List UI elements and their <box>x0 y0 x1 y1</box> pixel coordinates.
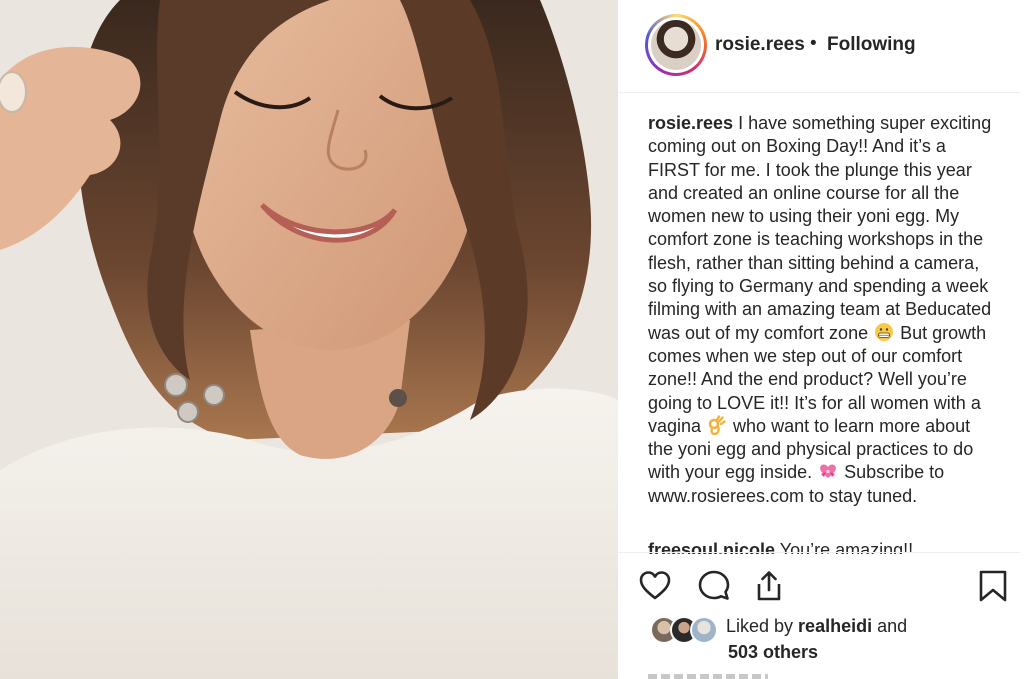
liked-by-prefix: Liked by <box>726 616 799 636</box>
avatar[interactable] <box>651 20 701 70</box>
caption-text-1: I have something super exciting coming o… <box>648 113 992 343</box>
liked-by-user-link[interactable]: realheidi <box>798 616 872 636</box>
heart-with-ribbon-emoji <box>820 464 836 479</box>
post-caption: rosie.rees I have something super exciti… <box>648 112 998 508</box>
speech-bubble-icon[interactable] <box>697 569 731 603</box>
post-photo[interactable] <box>0 0 618 679</box>
post-sidebar: rosie.rees • Following rosie.rees I have… <box>618 0 1024 679</box>
likes-section: Liked by realheidi and 503 others <box>648 612 1018 672</box>
heart-icon[interactable] <box>638 569 672 603</box>
action-bar <box>618 552 1020 613</box>
story-ring[interactable] <box>645 14 707 76</box>
liker-avatar[interactable] <box>690 616 718 644</box>
following-button[interactable]: Following <box>827 34 916 56</box>
caption-username-link[interactable]: rosie.rees <box>648 113 733 133</box>
header-separator: • <box>810 33 817 54</box>
selfie-photo-illustration <box>0 0 618 679</box>
grimacing-face-emoji <box>875 322 894 341</box>
liked-by-suffix: and <box>872 616 908 636</box>
likes-others-link[interactable]: 503 others <box>728 642 818 663</box>
header-username-link[interactable]: rosie.rees <box>715 34 805 56</box>
bookmark-icon[interactable] <box>976 569 1010 603</box>
post-timestamp-cutoff <box>648 674 768 679</box>
ok-hand-emoji <box>708 415 726 435</box>
liked-by-text: Liked by realheidi and <box>726 616 907 637</box>
share-icon[interactable] <box>752 569 786 603</box>
post-header: rosie.rees • Following <box>618 0 1020 93</box>
